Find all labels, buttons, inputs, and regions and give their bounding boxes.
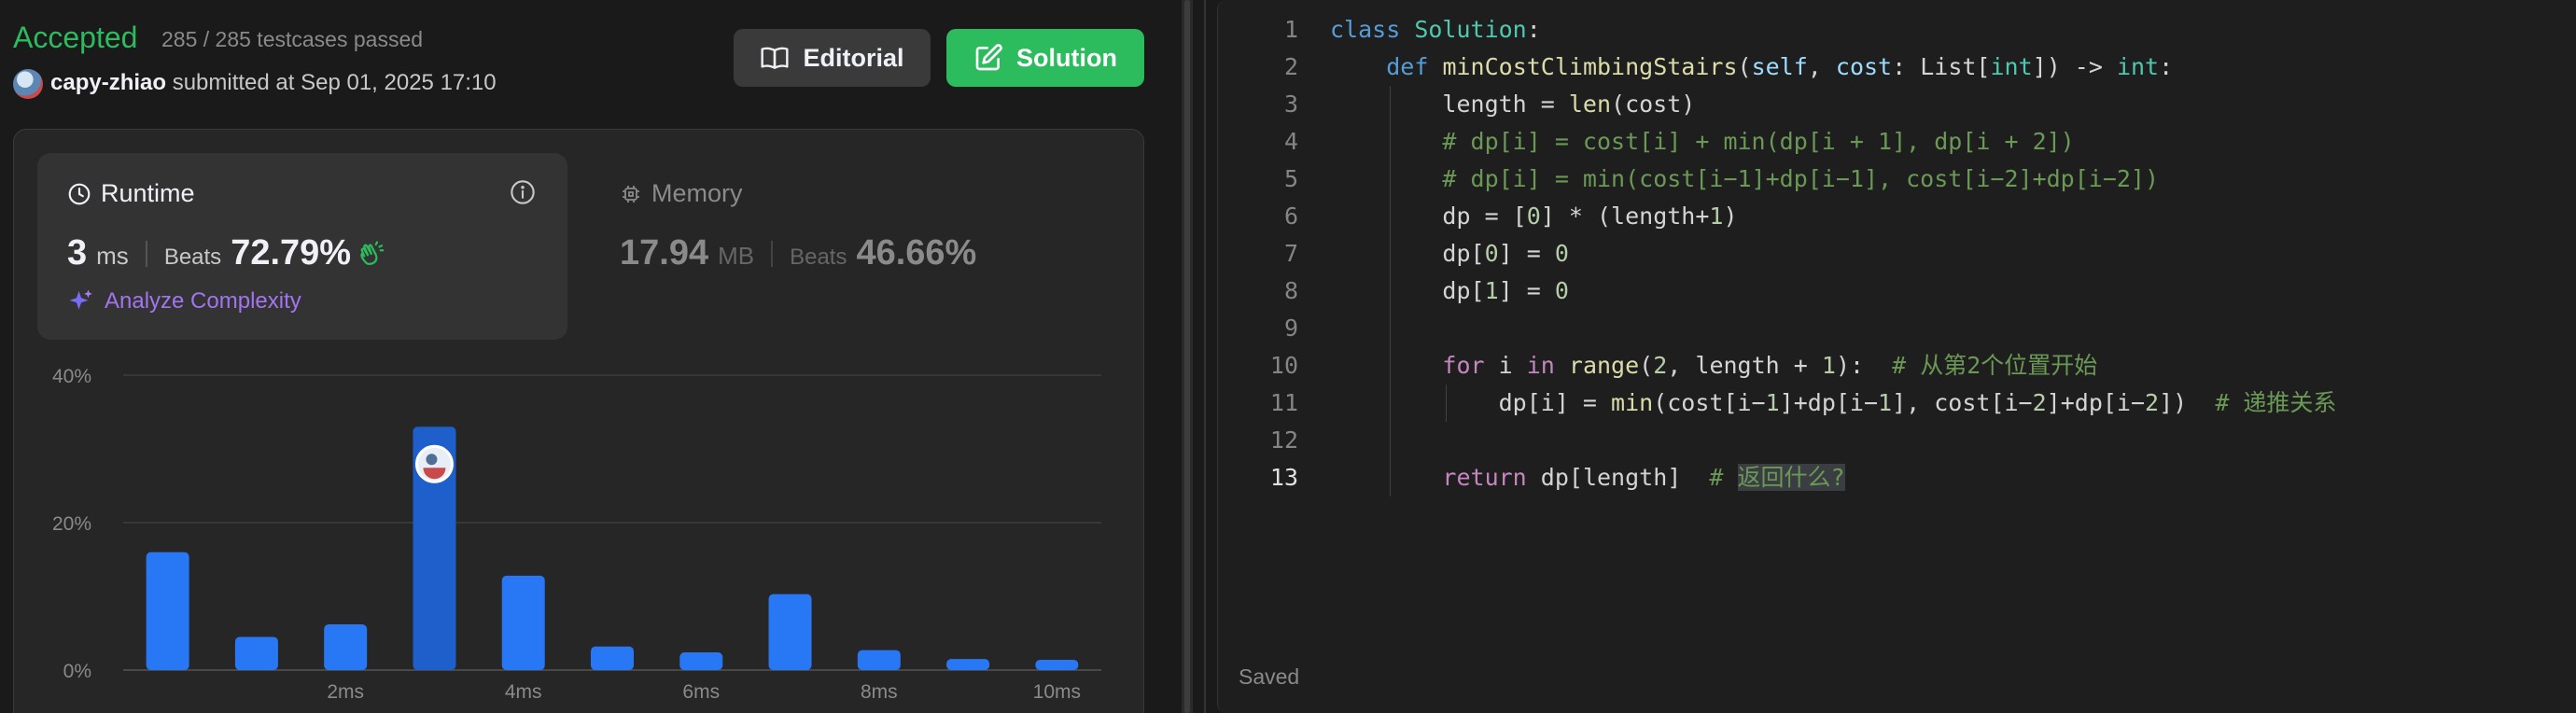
y-tick-label: 20% bbox=[52, 513, 91, 535]
memory-separator bbox=[771, 240, 774, 267]
user-avatar-marker bbox=[414, 444, 454, 483]
runtime-value: 3 bbox=[67, 233, 88, 273]
code-text[interactable]: def minCostClimbingStairs(self, cost: Li… bbox=[1330, 49, 2173, 86]
submitter-info: capy-zhiao submitted at Sep 01, 2025 17:… bbox=[50, 70, 497, 96]
memory-value: 17.94 bbox=[620, 233, 709, 273]
code-text[interactable]: class Solution: bbox=[1330, 11, 1541, 49]
x-tick-label: 2ms bbox=[327, 681, 364, 703]
book-icon bbox=[761, 47, 790, 69]
chart-bar[interactable] bbox=[324, 624, 368, 670]
code-text[interactable]: for i in range(2, length + 1): # 从第2个位置开… bbox=[1330, 347, 2097, 384]
clock-icon bbox=[68, 183, 91, 204]
chart-bar[interactable] bbox=[946, 659, 990, 670]
analyze-label: Analyze Complexity bbox=[105, 288, 301, 314]
memory-header[interactable]: Memory bbox=[620, 179, 743, 208]
line-number: 13 bbox=[1269, 464, 1298, 491]
analyze-complexity-link[interactable]: Analyze Complexity bbox=[67, 287, 301, 315]
chart-bar[interactable] bbox=[234, 636, 278, 670]
code-text[interactable]: return dp[length] # 返回什么? bbox=[1330, 459, 1845, 496]
memory-stats: 17.94 MB Beats 46.66% bbox=[620, 233, 976, 273]
chart-bar[interactable] bbox=[679, 652, 723, 670]
testcases-count: 285 / 285 testcases passed bbox=[161, 27, 424, 51]
y-tick-label: 0% bbox=[63, 661, 91, 682]
code-line[interactable]: 1 class Solution: bbox=[1218, 11, 2576, 49]
memory-beats-value: 46.66% bbox=[856, 233, 977, 273]
panel-gap-right bbox=[1193, 0, 1210, 713]
saved-status: Saved bbox=[1239, 664, 1300, 689]
edit-icon bbox=[975, 44, 1002, 71]
chart-bar[interactable] bbox=[768, 594, 812, 670]
line-number: 12 bbox=[1269, 426, 1298, 454]
x-tick-label: 6ms bbox=[682, 681, 720, 703]
code-text[interactable]: dp = [0] * (length+1) bbox=[1330, 198, 1737, 235]
code-text[interactable]: dp[1] = 0 bbox=[1330, 273, 1569, 310]
line-number: 7 bbox=[1283, 240, 1298, 267]
chip-icon bbox=[623, 185, 639, 203]
memory-unit: MB bbox=[718, 242, 755, 270]
submitted-at: submitted at Sep 01, 2025 17:10 bbox=[172, 70, 497, 95]
runtime-beats-label: Beats bbox=[163, 245, 222, 270]
submission-panel: Accepted 285 / 285 testcases passed capy… bbox=[0, 0, 1178, 713]
code-text[interactable]: length = len(cost) bbox=[1330, 86, 1695, 123]
x-tick-label: 10ms bbox=[1033, 681, 1081, 703]
code-line[interactable]: 5 # dp[i] = min(cost[i−1]+dp[i−1], cost[… bbox=[1218, 161, 2576, 198]
memory-beats-label: Beats bbox=[790, 245, 847, 270]
chart-bar[interactable] bbox=[1035, 659, 1079, 670]
memory-label: Memory bbox=[651, 179, 743, 207]
code-line[interactable]: 8 dp[1] = 0 bbox=[1218, 273, 2576, 310]
solution-label: Solution bbox=[1016, 43, 1117, 72]
code-line[interactable]: 10 for i in range(2, length + 1): # 从第2个… bbox=[1218, 347, 2576, 384]
runtime-beats-value: 72.79% bbox=[231, 233, 352, 273]
sparkle-icon bbox=[69, 289, 92, 310]
editorial-button[interactable]: Editorial bbox=[734, 29, 931, 87]
runtime-distribution-chart: 0% 20% 40% 2ms 4ms 6ms 8ms 10ms bbox=[52, 366, 1101, 703]
x-tick-label: 4ms bbox=[505, 681, 542, 703]
code-line[interactable]: 11 dp[i] = min(cost[i−1]+dp[i−1], cost[i… bbox=[1218, 384, 2576, 422]
clap-icon bbox=[360, 240, 385, 265]
chart-bar[interactable] bbox=[591, 646, 634, 670]
status-title: Accepted bbox=[13, 21, 138, 54]
code-line[interactable]: 12 bbox=[1218, 422, 2576, 459]
code-text[interactable]: dp[i] = min(cost[i−1]+dp[i−1], cost[i−2]… bbox=[1330, 384, 2337, 422]
resize-handle[interactable] bbox=[1182, 0, 1193, 713]
line-number: 11 bbox=[1269, 389, 1298, 416]
code-line[interactable]: 13 return dp[length] # 返回什么? bbox=[1218, 459, 2576, 496]
line-number: 1 bbox=[1283, 16, 1298, 43]
line-number: 5 bbox=[1283, 165, 1298, 192]
line-number: 6 bbox=[1283, 203, 1298, 230]
chart-bar[interactable] bbox=[501, 575, 545, 670]
code-line[interactable]: 9 bbox=[1218, 310, 2576, 347]
line-number: 2 bbox=[1283, 53, 1298, 80]
code-editor[interactable]: 1 class Solution: 2 def minCostClimbingSt… bbox=[1217, 0, 2576, 713]
code-line[interactable]: 4 # dp[i] = cost[i] + min(dp[i + 1], dp[… bbox=[1218, 123, 2576, 161]
code-area[interactable]: 1 class Solution: 2 def minCostClimbingSt… bbox=[1218, 11, 2576, 496]
code-text[interactable]: # dp[i] = min(cost[i−1]+dp[i−1], cost[i−… bbox=[1330, 161, 2159, 198]
avatar[interactable] bbox=[13, 69, 43, 99]
line-number: 8 bbox=[1283, 277, 1298, 304]
line-number: 3 bbox=[1283, 91, 1298, 118]
runtime-unit: ms bbox=[96, 242, 129, 270]
runtime-stats: 3 ms Beats 72.79% bbox=[67, 233, 386, 273]
code-text[interactable]: # dp[i] = cost[i] + min(dp[i + 1], dp[i … bbox=[1330, 123, 2074, 161]
solution-button[interactable]: Solution bbox=[946, 29, 1144, 87]
code-line[interactable]: 6 dp = [0] * (length+1) bbox=[1218, 198, 2576, 235]
code-text[interactable]: dp[0] = 0 bbox=[1330, 235, 1569, 273]
y-tick-label: 40% bbox=[52, 366, 91, 387]
line-number: 10 bbox=[1269, 352, 1298, 379]
code-line[interactable]: 7 dp[0] = 0 bbox=[1218, 235, 2576, 273]
chart-bar[interactable] bbox=[146, 552, 189, 670]
x-tick-label: 8ms bbox=[861, 681, 898, 703]
line-number: 9 bbox=[1283, 315, 1298, 342]
line-number: 4 bbox=[1283, 128, 1298, 155]
runtime-separator bbox=[145, 240, 147, 267]
chart-bar[interactable] bbox=[857, 650, 901, 670]
code-line[interactable]: 2 def minCostClimbingStairs(self, cost: … bbox=[1218, 49, 2576, 86]
runtime-header: Runtime bbox=[67, 179, 195, 208]
username-link[interactable]: capy-zhiao bbox=[50, 70, 166, 95]
runtime-label: Runtime bbox=[101, 179, 195, 207]
info-icon[interactable] bbox=[510, 179, 536, 205]
code-line[interactable]: 3 length = len(cost) bbox=[1218, 86, 2576, 123]
editorial-label: Editorial bbox=[803, 43, 904, 72]
